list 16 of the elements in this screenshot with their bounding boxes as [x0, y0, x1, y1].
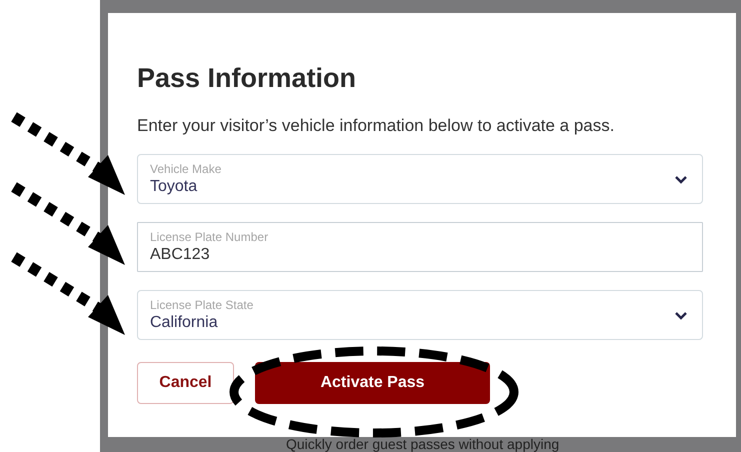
field-label: License Plate Number: [150, 230, 270, 244]
select-field[interactable]: Vehicle Make Toyota: [137, 154, 703, 204]
chevron-down-icon: [674, 310, 688, 320]
input-field[interactable]: License Plate Number ABC123: [137, 222, 703, 272]
activate-button[interactable]: Activate Pass: [255, 362, 490, 404]
field-value: Toyota: [150, 178, 198, 196]
cancel-button[interactable]: Cancel: [137, 362, 234, 404]
dialog-description: Enter your visitor’s vehicle information below to activate a pass.: [137, 116, 616, 136]
select-field[interactable]: License Plate State California: [137, 290, 703, 340]
field-label: Vehicle Make: [150, 162, 222, 176]
background-text: Quickly order guest passes without applying: [286, 437, 560, 452]
dialog-title: Pass Information: [137, 63, 358, 94]
field-value: California: [150, 314, 219, 332]
chevron-down-icon: [674, 174, 688, 184]
field-value: ABC123: [150, 246, 211, 264]
field-label: License Plate State: [150, 298, 254, 312]
